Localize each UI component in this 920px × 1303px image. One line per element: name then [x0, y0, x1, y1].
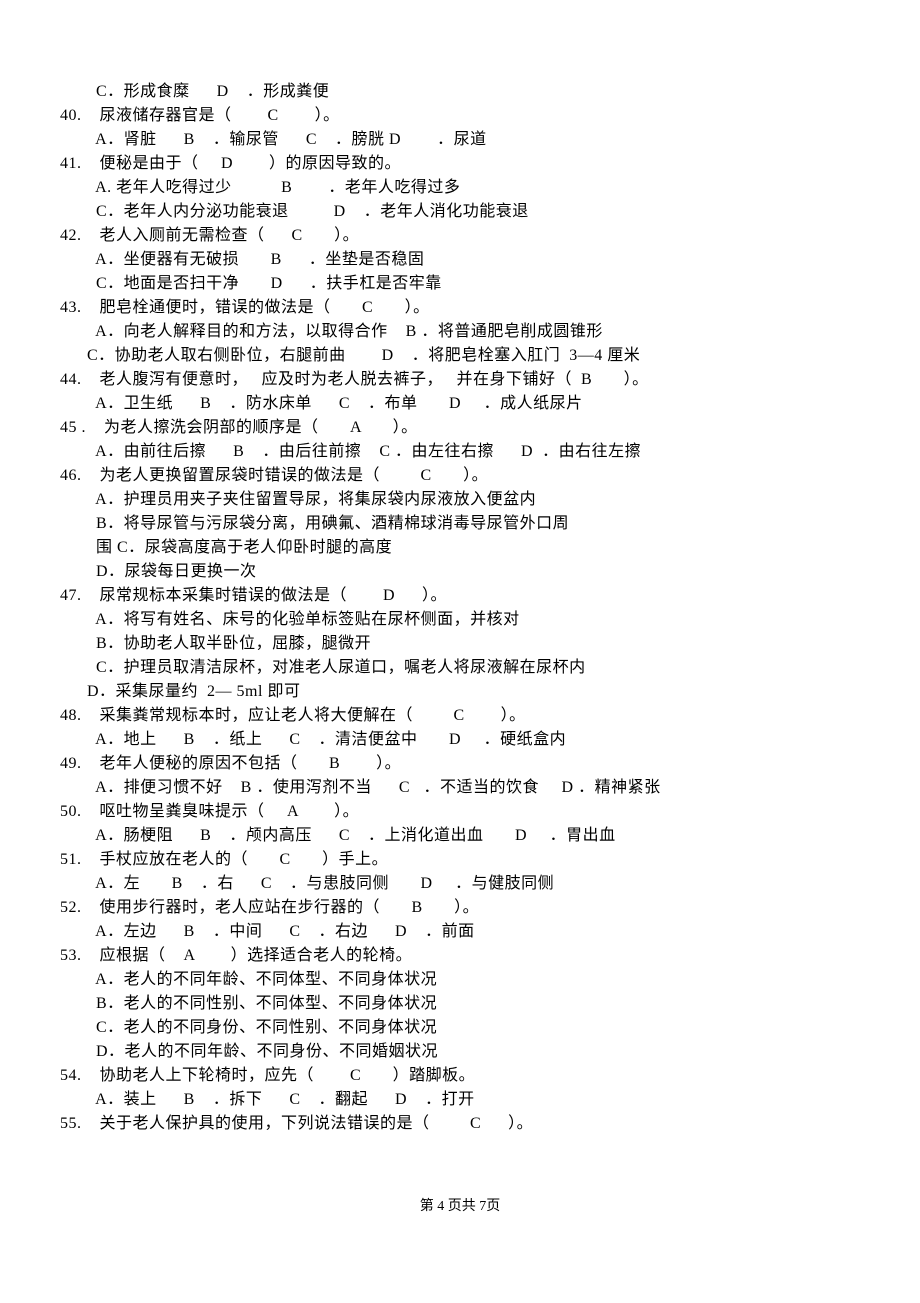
text-line: 43. 肥皂栓通便时，错误的做法是（ C ）。	[60, 296, 860, 320]
text-line: A．将写有姓名、床号的化验单标签贴在尿杯侧面，并核对	[60, 608, 860, 632]
text-line: 50. 呕吐物呈粪臭味提示（ A ）。	[60, 800, 860, 824]
text-line: A．左 B ．右 C ．与患肢同侧 D ．与健肢同侧	[60, 872, 860, 896]
text-line: 54. 协助老人上下轮椅时，应先（ C ）踏脚板。	[60, 1064, 860, 1088]
text-line: C．护理员取清洁尿杯，对准老人尿道口，嘱老人将尿液解在尿杯内	[60, 656, 860, 680]
text-line: B．老人的不同性别、不同体型、不同身体状况	[60, 992, 860, 1016]
text-line: 51. 手杖应放在老人的（ C ）手上。	[60, 848, 860, 872]
text-line: A．装上 B ．拆下 C ．翻起 D ．打开	[60, 1088, 860, 1112]
text-line: 55. 关于老人保护具的使用，下列说法错误的是（ C ）。	[60, 1112, 860, 1136]
text-line: 45 . 为老人擦洗会阴部的顺序是（ A ）。	[60, 416, 860, 440]
text-line: A．左边 B ．中间 C ．右边 D ．前面	[60, 920, 860, 944]
text-line: C．地面是否扫干净 D ．扶手杠是否牢靠	[60, 272, 860, 296]
text-line: 40. 尿液储存器官是（ C ）。	[60, 104, 860, 128]
text-line: D．老人的不同年龄、不同身份、不同婚姻状况	[60, 1040, 860, 1064]
text-line: 46. 为老人更换留置尿袋时错误的做法是（ C ）。	[60, 464, 860, 488]
text-line: A．向老人解释目的和方法，以取得合作 B ．将普通肥皂削成圆锥形	[60, 320, 860, 344]
text-line: 围 C．尿袋高度高于老人仰卧时腿的高度	[60, 536, 860, 560]
text-line: A. 老年人吃得过少 B ．老年人吃得过多	[60, 176, 860, 200]
text-line: 53. 应根据（ A ）选择适合老人的轮椅。	[60, 944, 860, 968]
text-line: C．协助老人取右侧卧位，右腿前曲 D ．将肥皂栓塞入肛门 3—4 厘米	[60, 344, 860, 368]
text-line: 48. 采集粪常规标本时，应让老人将大便解在（ C ）。	[60, 704, 860, 728]
text-line: A．坐便器有无破损 B ．坐垫是否稳固	[60, 248, 860, 272]
page-number: 第 4 页共 7页	[420, 1199, 501, 1214]
text-line: 41. 便秘是由于（ D ）的原因导致的。	[60, 152, 860, 176]
text-line: A．护理员用夹子夹住留置导尿，将集尿袋内尿液放入便盆内	[60, 488, 860, 512]
text-line: 44. 老人腹泻有便意时， 应及时为老人脱去裤子， 并在身下铺好（ B ）。	[60, 368, 860, 392]
text-line: A．地上 B ．纸上 C ．清洁便盆中 D ．硬纸盒内	[60, 728, 860, 752]
text-line: C．老年人内分泌功能衰退 D ．老年人消化功能衰退	[60, 200, 860, 224]
text-line: D．采集尿量约 2— 5ml 即可	[60, 680, 860, 704]
text-line: A．老人的不同年龄、不同体型、不同身体状况	[60, 968, 860, 992]
document-body: C．形成食糜 D ．形成粪便40. 尿液储存器官是（ C ）。 A．肾脏 B ．…	[60, 80, 860, 1136]
text-line: C．老人的不同身份、不同性别、不同身体状况	[60, 1016, 860, 1040]
page-footer: 第 4 页共 7页	[60, 1196, 860, 1217]
text-line: 52. 使用步行器时，老人应站在步行器的（ B ）。	[60, 896, 860, 920]
text-line: B．将导尿管与污尿袋分离，用碘氟、酒精棉球消毒导尿管外口周	[60, 512, 860, 536]
text-line: D．尿袋每日更换一次	[60, 560, 860, 584]
text-line: A．卫生纸 B ．防水床单 C ．布单 D ．成人纸尿片	[60, 392, 860, 416]
text-line: 49. 老年人便秘的原因不包括（ B ）。	[60, 752, 860, 776]
text-line: A．由前往后擦 B ．由后往前擦 C ．由左往右擦 D ．由右往左擦	[60, 440, 860, 464]
text-line: 47. 尿常规标本采集时错误的做法是（ D ）。	[60, 584, 860, 608]
text-line: A．肾脏 B ．输尿管 C ．膀胱 D ．尿道	[60, 128, 860, 152]
text-line: C．形成食糜 D ．形成粪便	[60, 80, 860, 104]
text-line: A．排便习惯不好 B ．使用泻剂不当 C ．不适当的饮食 D ．精神紧张	[60, 776, 860, 800]
text-line: 42. 老人入厕前无需检查（ C ）。	[60, 224, 860, 248]
text-line: B．协助老人取半卧位，屈膝，腿微开	[60, 632, 860, 656]
text-line: A．肠梗阻 B ．颅内高压 C ．上消化道出血 D ．胃出血	[60, 824, 860, 848]
